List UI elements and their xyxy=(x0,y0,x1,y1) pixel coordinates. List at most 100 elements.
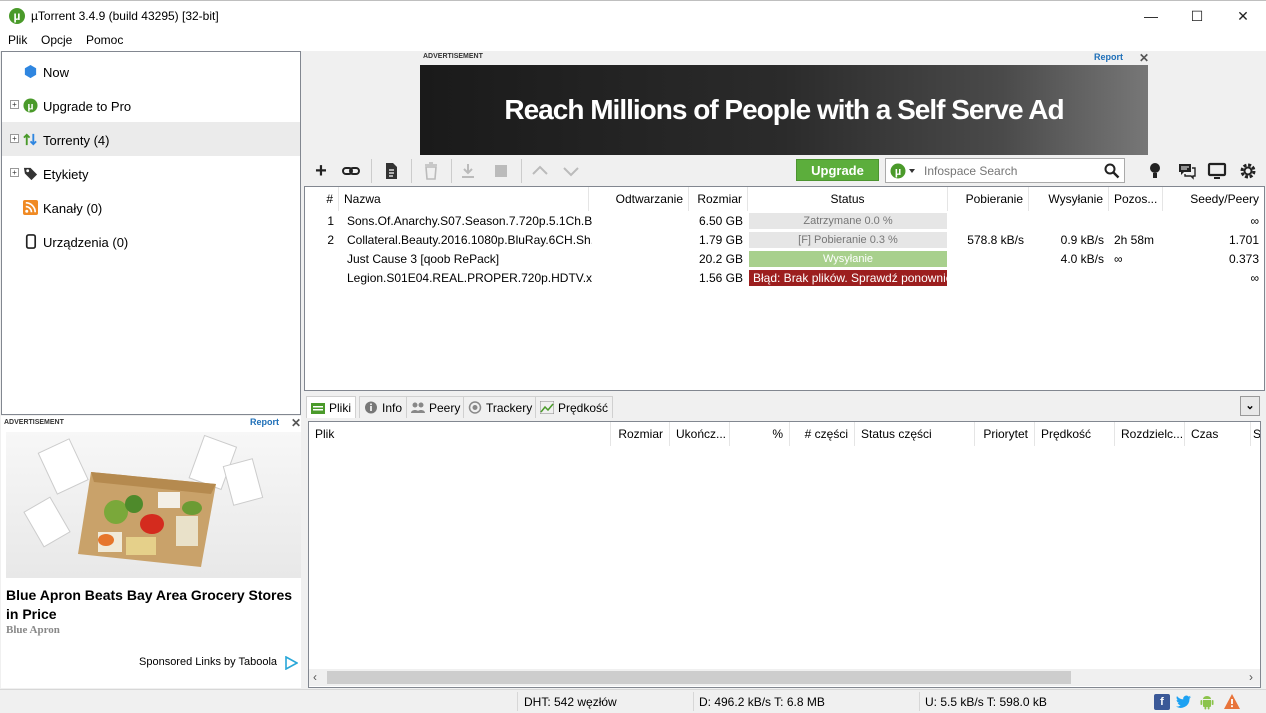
menu-plik[interactable]: Plik xyxy=(8,33,27,47)
col-header-pieces-status[interactable]: Status części xyxy=(855,422,975,446)
scrollbar-thumb[interactable] xyxy=(327,671,1071,684)
twitter-icon[interactable] xyxy=(1176,694,1192,710)
sidebar-item-label: Torrenty (4) xyxy=(43,133,110,148)
horizontal-scrollbar[interactable]: ‹ › xyxy=(309,669,1260,686)
scroll-left-icon[interactable]: ‹ xyxy=(313,670,317,684)
maximize-button[interactable]: ☐ xyxy=(1174,1,1220,32)
sidebar-item-now[interactable]: Now xyxy=(2,54,300,88)
sidebar-item-upgrade[interactable]: + µ Upgrade to Pro xyxy=(2,88,300,122)
delete-icon[interactable] xyxy=(421,161,441,181)
ad-brand: Blue Apron xyxy=(6,624,60,636)
cell-size: 6.50 GB xyxy=(698,214,743,228)
trackers-icon xyxy=(468,401,482,414)
tab-trackers[interactable]: Trackery xyxy=(463,396,538,418)
search-provider-icon[interactable]: µ xyxy=(890,163,918,179)
sidebar-item-feeds[interactable]: Kanały (0) xyxy=(2,190,300,224)
gear-icon[interactable] xyxy=(1238,161,1258,181)
window-title: µTorrent 3.4.9 (build 43295) [32-bit] xyxy=(31,9,219,23)
download-start-icon[interactable] xyxy=(458,161,478,181)
menu-opcje[interactable]: Opcje xyxy=(41,33,72,47)
toolbar-separator xyxy=(451,159,452,183)
col-header-download[interactable]: Pobieranie xyxy=(948,187,1029,211)
search-icon[interactable] xyxy=(1104,163,1120,179)
menu-pomoc[interactable]: Pomoc xyxy=(86,33,123,47)
table-row[interactable]: Legion.S01E04.REAL.PROPER.720p.HDTV.x26.… xyxy=(305,269,1264,288)
expand-icon[interactable]: + xyxy=(10,168,19,177)
col-header-time[interactable]: Czas xyxy=(1185,422,1251,446)
ad-tag: ADVERTISEMENT xyxy=(4,419,64,426)
stop-icon[interactable] xyxy=(491,161,511,181)
close-button[interactable]: ✕ xyxy=(1220,1,1266,32)
sidebar-item-torrents[interactable]: + Torrenty (4) xyxy=(2,122,300,156)
col-header-number[interactable]: # xyxy=(305,187,339,211)
tab-label: Prędkość xyxy=(558,401,609,415)
cell-eta: ∞ xyxy=(1114,252,1123,266)
col-header-upload[interactable]: Wysyłanie xyxy=(1029,187,1109,211)
move-down-icon[interactable] xyxy=(561,161,581,181)
col-header-playback[interactable]: Odtwarzanie xyxy=(589,187,689,211)
upgrade-button[interactable]: Upgrade xyxy=(796,159,879,181)
table-row[interactable]: 2 Collateral.Beauty.2016.1080p.BluRay.6C… xyxy=(305,231,1264,250)
top-ad: ADVERTISEMENT Report ✕ Reach Millions of… xyxy=(419,51,1149,155)
tab-files[interactable]: Pliki xyxy=(306,396,357,418)
tab-info[interactable]: Info xyxy=(359,396,408,418)
tab-label: Pliki xyxy=(329,401,352,415)
svg-text:µ: µ xyxy=(28,101,34,112)
move-up-icon[interactable] xyxy=(530,161,550,181)
scroll-right-icon[interactable]: › xyxy=(1249,670,1253,684)
toolbar: + Upgrade µ xyxy=(303,155,1266,186)
warning-icon[interactable] xyxy=(1223,693,1241,710)
sidebar-item-labels[interactable]: + Etykiety xyxy=(2,156,300,190)
cell-size: 20.2 GB xyxy=(698,252,743,266)
ad-image[interactable] xyxy=(6,432,301,578)
remote-screen-icon[interactable] xyxy=(1207,161,1227,181)
col-header-name[interactable]: Nazwa xyxy=(339,187,589,211)
table-row[interactable]: Just Cause 3 [qoob RePack] 20.2 GB Wysył… xyxy=(305,250,1264,269)
ad-report-link[interactable]: Report xyxy=(250,417,279,427)
expand-icon[interactable]: + xyxy=(10,134,19,143)
tab-speed[interactable]: Prędkość xyxy=(535,396,614,418)
col-header-size[interactable]: Rozmiar xyxy=(689,187,748,211)
dht-status[interactable]: DHT: 542 węzłów xyxy=(524,695,617,709)
col-header-status[interactable]: Status xyxy=(748,187,948,211)
table-row[interactable]: 1 Sons.Of.Anarchy.S07.Season.7.720p.5.1C… xyxy=(305,212,1264,231)
ad-report-link[interactable]: Report xyxy=(1094,52,1123,62)
add-url-link-icon[interactable] xyxy=(341,161,361,181)
bulb-icon[interactable] xyxy=(1145,161,1165,181)
expand-icon[interactable]: + xyxy=(10,100,19,109)
col-header-percent[interactable]: % xyxy=(730,422,790,446)
col-header-resolution[interactable]: Rozdzielc... xyxy=(1115,422,1185,446)
tab-peers[interactable]: Peery xyxy=(406,396,466,418)
android-icon[interactable] xyxy=(1199,694,1215,710)
sponsored-text[interactable]: Sponsored Links by Taboola xyxy=(139,656,277,668)
col-header-ratio[interactable]: Seedy/Peery xyxy=(1163,187,1264,211)
col-header-eta[interactable]: Pozos... xyxy=(1109,187,1163,211)
col-header-completed[interactable]: Ukończ... xyxy=(670,422,730,446)
ad-close-icon[interactable]: ✕ xyxy=(1139,51,1149,65)
cell-ratio: 1.701 xyxy=(1228,233,1259,247)
status-divider xyxy=(693,692,694,711)
col-header-speed[interactable]: Prędkość xyxy=(1035,422,1115,446)
create-torrent-icon[interactable] xyxy=(381,161,401,181)
facebook-icon[interactable]: f xyxy=(1154,694,1170,710)
taboola-icon[interactable] xyxy=(284,656,298,670)
upload-status[interactable]: U: 5.5 kB/s T: 598.0 kB xyxy=(925,695,1047,709)
sidebar-item-label: Urządzenia (0) xyxy=(43,235,129,250)
ad-banner[interactable]: Reach Millions of People with a Self Ser… xyxy=(420,65,1148,155)
sidebar-item-devices[interactable]: Urządzenia (0) xyxy=(2,224,300,258)
col-header-extra[interactable]: S xyxy=(1251,422,1260,446)
col-header-pieces[interactable]: # części xyxy=(790,422,855,446)
col-header-priority[interactable]: Priorytet xyxy=(975,422,1035,446)
ad-close-icon[interactable]: ✕ xyxy=(291,416,301,430)
search-input[interactable] xyxy=(924,162,1104,179)
col-header-size[interactable]: Rozmiar xyxy=(611,422,670,446)
cell-upload-speed: 4.0 kB/s xyxy=(1060,252,1104,266)
minimize-button[interactable]: — xyxy=(1128,1,1174,32)
col-header-file[interactable]: Plik xyxy=(309,422,611,446)
collapse-panel-icon[interactable]: ⌄ xyxy=(1240,396,1260,416)
download-status[interactable]: D: 496.2 kB/s T: 6.8 MB xyxy=(699,695,825,709)
device-icon xyxy=(25,234,37,249)
chat-icon[interactable] xyxy=(1177,161,1197,181)
ad-headline[interactable]: Blue Apron Beats Bay Area Grocery Stores… xyxy=(6,586,298,624)
add-torrent-icon[interactable]: + xyxy=(311,161,331,181)
